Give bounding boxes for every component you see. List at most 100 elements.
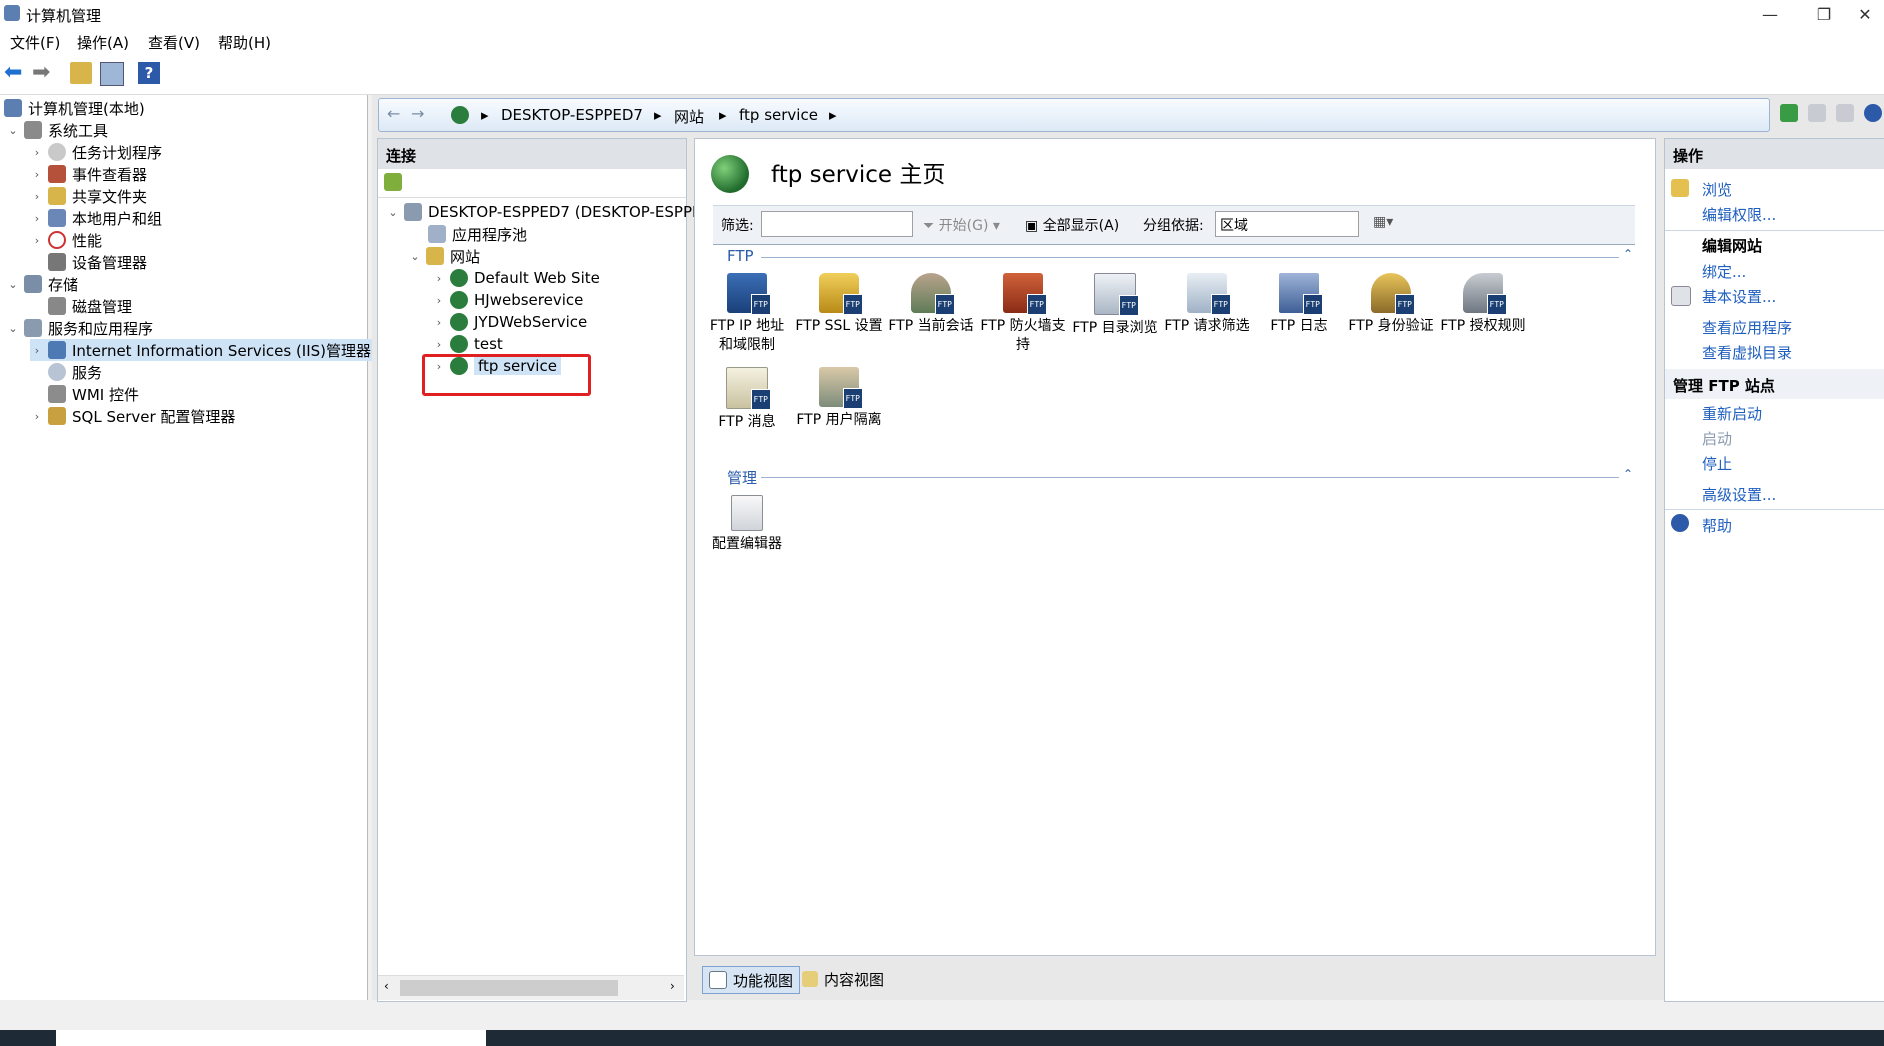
- taskbar-search-box[interactable]: [56, 1030, 486, 1046]
- back-arrow-icon[interactable]: ⬅: [4, 62, 26, 84]
- chevron-right-icon[interactable]: ›: [30, 410, 44, 423]
- chevron-right-icon[interactable]: ›: [30, 234, 44, 247]
- action-browse[interactable]: 浏览: [1702, 179, 1732, 200]
- tree-performance[interactable]: › 性能: [30, 229, 102, 251]
- show-hide-tree-icon[interactable]: [100, 62, 124, 86]
- create-connection-icon[interactable]: [384, 173, 402, 191]
- breadcrumb-server[interactable]: DESKTOP-ESPPED7: [501, 106, 643, 124]
- tree-storage[interactable]: ⌄ 存储: [6, 273, 78, 295]
- help-icon[interactable]: ?: [138, 62, 160, 84]
- action-view-applications[interactable]: 查看应用程序: [1702, 317, 1792, 338]
- forward-arrow-icon[interactable]: ➡: [32, 62, 54, 84]
- tree-services[interactable]: 服务: [48, 361, 102, 383]
- conn-sites[interactable]: ⌄ 网站: [408, 245, 480, 267]
- scroll-thumb[interactable]: [400, 980, 618, 996]
- home-icon[interactable]: [1836, 104, 1854, 122]
- tab-content-view[interactable]: 内容视图: [796, 966, 890, 992]
- menu-view[interactable]: 查看(V): [148, 32, 200, 53]
- tree-sql-server[interactable]: › SQL Server 配置管理器: [30, 405, 235, 427]
- conn-server-node[interactable]: ⌄ DESKTOP-ESPPED7 (DESKTOP-ESPPE: [386, 201, 702, 223]
- action-stop[interactable]: 停止: [1702, 453, 1732, 474]
- chevron-right-icon[interactable]: ›: [30, 146, 44, 159]
- tree-system-tools[interactable]: ⌄ 系统工具: [6, 119, 108, 141]
- feature-ftp-directory-browsing[interactable]: FTP FTP 目录浏览: [1069, 273, 1161, 338]
- view-mode-icon[interactable]: ▦▾: [1373, 214, 1393, 230]
- collapse-icon[interactable]: ⌃: [1623, 467, 1633, 481]
- tree-root[interactable]: 计算机管理(本地): [4, 97, 145, 119]
- feature-config-editor[interactable]: 配置编辑器: [701, 495, 793, 554]
- group-by-select[interactable]: 区域: [1215, 211, 1359, 237]
- chevron-down-icon[interactable]: ⌄: [6, 124, 20, 137]
- action-bindings[interactable]: 绑定...: [1702, 261, 1746, 282]
- feature-ftp-sessions[interactable]: FTP FTP 当前会话: [885, 273, 977, 336]
- tree-device-manager[interactable]: 设备管理器: [48, 251, 147, 273]
- feature-ftp-ssl[interactable]: FTP FTP SSL 设置: [793, 273, 885, 336]
- tab-features-view[interactable]: 功能视图: [702, 966, 801, 994]
- action-start[interactable]: 启动: [1702, 428, 1732, 449]
- action-restart[interactable]: 重新启动: [1702, 403, 1762, 424]
- chevron-right-icon[interactable]: ›: [432, 294, 446, 307]
- go-button[interactable]: ⏷ 开始(G) ▾: [923, 215, 1000, 235]
- back-nav-icon[interactable]: ←: [387, 104, 400, 123]
- tree-shared-folders[interactable]: › 共享文件夹: [30, 185, 147, 207]
- stop-icon[interactable]: [1808, 104, 1826, 122]
- chevron-down-icon[interactable]: ⌄: [386, 206, 400, 219]
- up-folder-icon[interactable]: [70, 62, 92, 84]
- refresh-icon[interactable]: [1780, 104, 1798, 122]
- breadcrumb-separator: ▸: [654, 106, 662, 124]
- scroll-left-icon[interactable]: ‹: [384, 979, 389, 993]
- filter-input[interactable]: [761, 211, 913, 237]
- tree-event-viewer[interactable]: › 事件查看器: [30, 163, 147, 185]
- feature-ftp-logging[interactable]: FTP FTP 日志: [1253, 273, 1345, 336]
- action-help[interactable]: 帮助: [1702, 515, 1732, 536]
- chevron-right-icon[interactable]: ›: [30, 344, 44, 357]
- chevron-right-icon[interactable]: ›: [30, 212, 44, 225]
- feature-ftp-messages[interactable]: FTP FTP 消息: [701, 367, 793, 432]
- chevron-right-icon[interactable]: ›: [432, 316, 446, 329]
- tree-local-users[interactable]: › 本地用户和组: [30, 207, 162, 229]
- action-edit-permissions[interactable]: 编辑权限...: [1702, 204, 1776, 225]
- conn-site-default[interactable]: › Default Web Site: [432, 267, 600, 289]
- conn-site-hjwebserevice[interactable]: › HJwebserevice: [432, 289, 583, 311]
- chevron-down-icon[interactable]: ⌄: [6, 278, 20, 291]
- menu-action[interactable]: 操作(A): [77, 32, 129, 53]
- tree-services-apps[interactable]: ⌄ 服务和应用程序: [6, 317, 153, 339]
- chevron-down-icon[interactable]: ⌄: [408, 250, 422, 263]
- breadcrumb-sites[interactable]: 网站: [674, 106, 704, 127]
- action-basic-settings[interactable]: 基本设置...: [1702, 286, 1776, 307]
- forward-nav-icon[interactable]: →: [411, 104, 424, 123]
- feature-ftp-ip-restrictions[interactable]: FTP FTP IP 地址 和域限制: [701, 273, 793, 355]
- action-view-virtual-directories[interactable]: 查看虚拟目录: [1702, 342, 1792, 363]
- conn-site-jydwebservice[interactable]: › JYDWebService: [432, 311, 587, 333]
- restore-button[interactable]: ❐: [1798, 0, 1850, 28]
- help-icon[interactable]: [1864, 104, 1882, 122]
- feature-ftp-firewall[interactable]: FTP FTP 防火墙支 持: [977, 273, 1069, 355]
- feature-ftp-authorization-rules[interactable]: FTP FTP 授权规则: [1437, 273, 1529, 336]
- scroll-right-icon[interactable]: ›: [670, 979, 675, 993]
- show-all-button[interactable]: ▣ 全部显示(A): [1025, 215, 1119, 235]
- conn-app-pools[interactable]: 应用程序池: [428, 223, 527, 245]
- chevron-right-icon[interactable]: ›: [30, 190, 44, 203]
- tree-task-scheduler[interactable]: › 任务计划程序: [30, 141, 162, 163]
- feature-ftp-request-filtering[interactable]: FTP FTP 请求筛选: [1161, 273, 1253, 336]
- menu-help[interactable]: 帮助(H): [218, 32, 271, 53]
- feature-ftp-authentication[interactable]: FTP FTP 身份验证: [1345, 273, 1437, 336]
- tree-disk-management[interactable]: 磁盘管理: [48, 295, 132, 317]
- breadcrumb-site[interactable]: ftp service: [739, 106, 818, 124]
- directory-browse-icon: FTP: [1094, 273, 1139, 316]
- chevron-down-icon[interactable]: ⌄: [6, 322, 20, 335]
- conn-site-test[interactable]: › test: [432, 333, 503, 355]
- chevron-right-icon[interactable]: ›: [432, 338, 446, 351]
- tree-iis-manager[interactable]: › Internet Information Services (IIS)管理器: [30, 339, 376, 361]
- tree-wmi[interactable]: WMI 控件: [48, 383, 139, 405]
- close-button[interactable]: ✕: [1846, 0, 1884, 28]
- collapse-icon[interactable]: ⌃: [1623, 247, 1633, 261]
- chevron-right-icon[interactable]: ›: [30, 168, 44, 181]
- menu-file[interactable]: 文件(F): [10, 32, 60, 53]
- action-advanced-settings[interactable]: 高级设置...: [1702, 484, 1776, 505]
- horizontal-scrollbar[interactable]: ‹ ›: [378, 975, 684, 1000]
- feature-ftp-user-isolation[interactable]: FTP FTP 用户隔离: [793, 367, 885, 430]
- minimize-button[interactable]: —: [1744, 0, 1796, 28]
- user-isolation-icon: FTP: [819, 367, 863, 409]
- chevron-right-icon[interactable]: ›: [432, 272, 446, 285]
